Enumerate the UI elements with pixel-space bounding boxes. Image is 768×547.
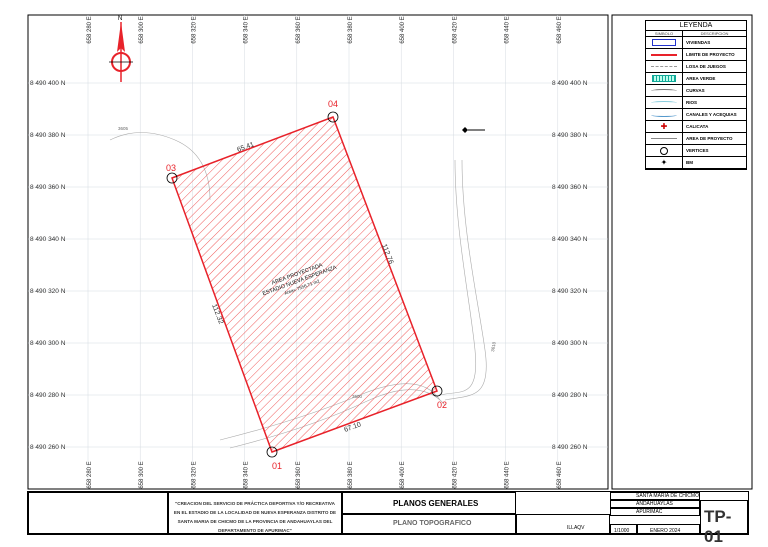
easting-label: 658 400 E [400, 461, 406, 488]
legend-symbol-icon: ✦ [646, 157, 683, 168]
easting-label: 658 460 E [557, 16, 563, 43]
legend-item: CURVAS [646, 85, 746, 97]
legend: LEYENDA SIMBOLO DESCRIPCION VIVIENDAS LIMI… [645, 20, 747, 170]
sheet-code: TP-01 [700, 500, 748, 546]
vertex-label: 01 [272, 461, 282, 471]
northing-label: 8 490 300 N [552, 340, 588, 347]
legend-symbol-icon [646, 73, 683, 84]
north-arrow-icon: N [109, 16, 133, 82]
legend-item: ✦ BM [646, 157, 746, 169]
north-label: N [118, 16, 122, 22]
district: SANTA MARIA DE CHICMO [610, 492, 700, 500]
easting-label: 658 300 E [139, 16, 145, 43]
sheet-group: PLANOS GENERALES [342, 492, 516, 514]
easting-label: 658 420 E [452, 461, 458, 488]
northing-label: 8 490 320 N [552, 288, 588, 295]
legend-item-label: CANALES Y ACEQUIAS [686, 112, 737, 117]
drawn-by: ILLAQV [516, 514, 610, 534]
legend-item-label: AREA VERDE [686, 76, 716, 81]
legend-item-label: VERTICES [686, 148, 709, 153]
easting-label: 658 440 E [505, 16, 511, 43]
northing-label: 8 490 380 N [30, 132, 66, 139]
project-description: "CREACION DEL SERVICIO DE PRÁCTICA DEPOR… [168, 492, 342, 534]
northing-label: 8 490 380 N [552, 132, 588, 139]
region: APURIMAC [610, 508, 700, 516]
legend-item-label: CALICATA [686, 124, 709, 129]
legend-symbol-icon [646, 97, 683, 108]
legend-item-label: LOSA DE JUEGOS [686, 64, 726, 69]
northing-label: 8 490 340 N [552, 236, 588, 243]
northing-label: 8 490 280 N [552, 392, 588, 399]
easting-label: 658 380 E [348, 461, 354, 488]
legend-symbol-icon [646, 61, 683, 72]
contour-label: 3610 [490, 341, 497, 352]
bm-icon [462, 127, 485, 133]
legend-col-desc: DESCRIPCION [700, 31, 729, 36]
legend-item-label: VIVIENDAS [686, 40, 711, 45]
legend-item: LIMITE DE PROYECTO [646, 49, 746, 61]
legend-item-label: AREA DE PROYECTO [686, 136, 733, 141]
northing-label: 8 490 360 N [552, 184, 588, 191]
easting-label: 658 360 E [296, 16, 302, 43]
legend-symbol-icon [646, 85, 683, 96]
legend-item-label: BM [686, 160, 693, 165]
legend-item: RIOS [646, 97, 746, 109]
legend-item: AREA VERDE [646, 73, 746, 85]
easting-label: 658 300 E [139, 461, 145, 488]
easting-label: 658 320 E [191, 461, 197, 488]
date: ENERO 2024 [637, 524, 700, 534]
legend-item: VIVIENDAS [646, 37, 746, 49]
legend-symbol-icon: ✚ [646, 121, 683, 132]
legend-item-label: LIMITE DE PROYECTO [686, 52, 735, 57]
legend-item-label: CURVAS [686, 88, 705, 93]
northing-label: 8 490 280 N [30, 392, 66, 399]
legend-symbol-icon [646, 109, 683, 120]
easting-label: 658 340 E [244, 461, 250, 488]
legend-item: CANALES Y ACEQUIAS [646, 109, 746, 121]
legend-item: AREA DE PROYECTO [646, 133, 746, 145]
revisions-table [28, 492, 168, 534]
legend-col-symbol: SIMBOLO [646, 31, 683, 36]
easting-label: 658 320 E [191, 16, 197, 43]
scale: 1/1000 [610, 524, 637, 534]
legend-symbol-icon [646, 49, 683, 60]
easting-label: 658 280 E [87, 461, 93, 488]
vertex-label: 03 [166, 163, 176, 173]
contour-label: 3605 [118, 126, 129, 131]
easting-label: 658 340 E [244, 16, 250, 43]
easting-label: 658 400 E [400, 16, 406, 43]
easting-label: 658 360 E [296, 461, 302, 488]
legend-title: LEYENDA [646, 21, 746, 31]
northing-label: 8 490 360 N [30, 184, 66, 191]
northing-label: 8 490 340 N [30, 236, 66, 243]
northing-label: 8 490 320 N [30, 288, 66, 295]
sheet-name: PLANO TOPOGRAFICO [342, 514, 516, 534]
title-block: "CREACION DEL SERVICIO DE PRÁCTICA DEPOR… [27, 491, 749, 546]
easting-label: 658 380 E [348, 16, 354, 43]
northing-label: 8 490 400 N [30, 80, 66, 87]
vertex-label: 04 [328, 99, 338, 109]
legend-item: VERTICES [646, 145, 746, 157]
easting-label: 658 420 E [452, 16, 458, 43]
northing-label: 8 490 400 N [552, 80, 588, 87]
easting-label: 658 460 E [557, 461, 563, 488]
legend-symbol-icon [646, 145, 683, 156]
legend-symbol-icon [646, 37, 683, 48]
easting-label: 658 280 E [87, 16, 93, 43]
northing-label: 8 490 300 N [30, 340, 66, 347]
legend-item-label: RIOS [686, 100, 698, 105]
legend-symbol-icon [646, 133, 683, 144]
vertex-label: 02 [437, 400, 447, 410]
easting-label: 658 440 E [505, 461, 511, 488]
province: ANDAHUAYLAS [610, 500, 700, 508]
legend-item: LOSA DE JUEGOS [646, 61, 746, 73]
legend-item: ✚ CALICATA [646, 121, 746, 133]
northing-label: 8 490 260 N [552, 444, 588, 451]
northing-label: 8 490 260 N [30, 444, 66, 451]
contour-label: 3600 [352, 394, 363, 399]
